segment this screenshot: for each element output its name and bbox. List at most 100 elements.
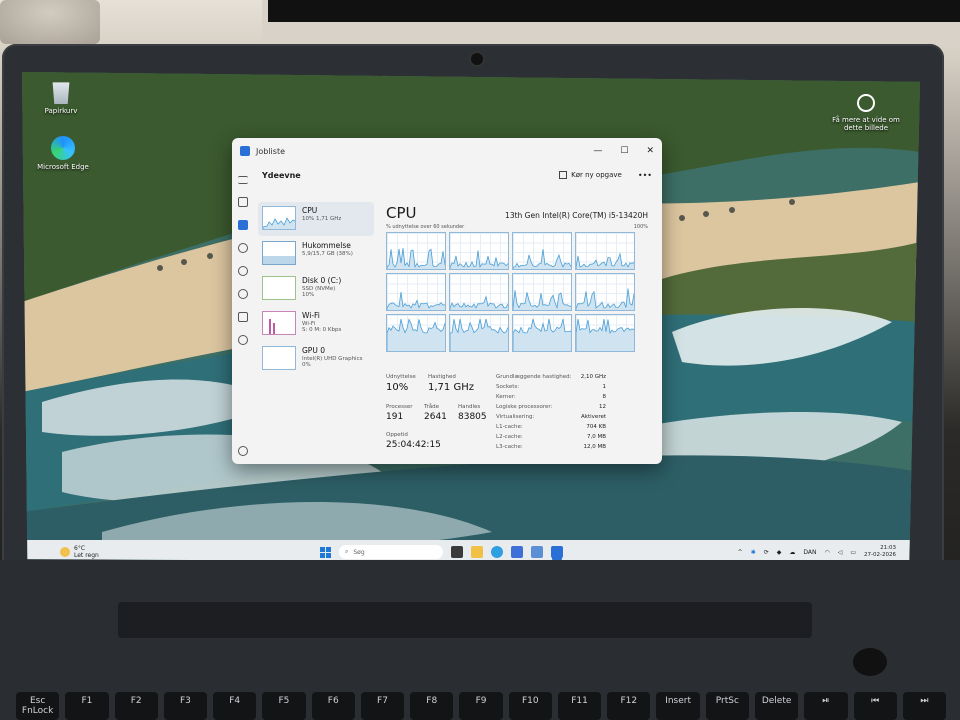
chevron-up-icon[interactable]: ^ <box>738 549 743 556</box>
maximize-button[interactable]: ☐ <box>620 146 628 156</box>
services-icon[interactable] <box>238 335 248 345</box>
hamburger-menu-icon[interactable] <box>238 176 248 184</box>
background-window <box>262 0 960 46</box>
keyboard-key[interactable]: Insert <box>656 692 700 720</box>
logical-processor-graph <box>449 232 509 270</box>
task-manager-icon <box>240 146 250 156</box>
file-explorer-icon[interactable] <box>471 546 483 558</box>
cloud-icon[interactable]: ☁ <box>789 549 795 556</box>
keyboard-key[interactable]: F7 <box>360 692 405 720</box>
run-new-task-button[interactable]: Kør ny opgave <box>559 171 622 179</box>
startup-apps-icon[interactable] <box>238 266 248 276</box>
time-text: 21:03 <box>880 545 896 551</box>
spec-label: L2-cache: <box>496 434 523 440</box>
more-options-button[interactable]: ••• <box>638 171 652 180</box>
logical-processor-graph <box>386 314 446 352</box>
spec-row: L3-cache: 12,0 MB <box>496 444 606 454</box>
spec-label: L3-cache: <box>496 444 523 450</box>
app-history-icon[interactable] <box>238 243 248 253</box>
spotlight-learn-more[interactable]: Få mere at vide om dette billede <box>826 94 906 132</box>
task-manager-taskbar-icon[interactable] <box>551 546 563 558</box>
keyboard-key[interactable]: F3 <box>163 692 208 720</box>
utilization-label: Udnyttelse <box>386 374 416 380</box>
graph-caption: % udnyttelse over 60 sekunder <box>386 224 465 230</box>
keyboard-key[interactable]: ⏮ <box>853 692 897 720</box>
gpu-mini-graph <box>262 346 296 370</box>
task-view-icon[interactable] <box>451 546 463 558</box>
device-item-disk[interactable]: Disk 0 (C:) SSD (NVMe) 10% <box>258 272 374 306</box>
spotlight-text: Få mere at vide om dette billede <box>832 116 900 132</box>
keyboard-key[interactable]: F2 <box>114 692 158 720</box>
processes-icon[interactable] <box>238 197 248 207</box>
keyboard-key[interactable]: F6 <box>311 692 355 720</box>
language-indicator[interactable]: DAN <box>803 549 816 556</box>
keyboard-key[interactable]: F10 <box>508 692 552 720</box>
details-icon[interactable] <box>238 312 248 322</box>
handles-value: 83805 <box>458 412 487 422</box>
spec-label: Grundlæggende hastighed: <box>496 374 572 380</box>
keyboard-key[interactable]: Delete <box>754 692 799 720</box>
spec-value: 2,10 GHz <box>580 374 606 380</box>
weather-temp: 6°C <box>74 545 86 552</box>
keyboard-key[interactable]: F5 <box>262 692 306 720</box>
spec-label: Logiske processorer: <box>496 404 553 410</box>
logical-processor-graph <box>449 314 509 352</box>
keyboard-key[interactable]: F8 <box>410 692 454 720</box>
minimize-button[interactable]: — <box>593 146 602 156</box>
edge-taskbar-icon[interactable] <box>491 546 503 558</box>
device-usage: 10% <box>302 292 315 298</box>
search-box[interactable]: ⌕ Søg <box>339 545 443 559</box>
shield-icon[interactable]: ◆ <box>777 549 782 556</box>
bluetooth-icon[interactable]: ✱ <box>751 549 756 556</box>
keyboard-key[interactable]: F9 <box>459 692 503 720</box>
settings-gear-icon[interactable] <box>238 446 248 456</box>
speed-value: 1,71 GHz <box>428 382 474 393</box>
start-button[interactable] <box>320 546 331 558</box>
store-icon[interactable] <box>511 546 523 558</box>
device-name: CPU <box>302 206 318 215</box>
device-name: Hukommelse <box>302 241 351 250</box>
processes-value: 191 <box>386 412 404 422</box>
device-detail: Intel(R) UHD Graphics <box>302 356 363 362</box>
background-vase <box>0 0 100 44</box>
run-task-icon <box>559 171 568 179</box>
sync-icon[interactable]: ⟳ <box>764 549 769 556</box>
spec-row: L2-cache: 7,0 MB <box>496 434 606 444</box>
keyboard-key[interactable]: F4 <box>213 692 257 720</box>
battery-icon[interactable]: ▭ <box>850 549 856 556</box>
run-task-label: Kør ny opgave <box>571 171 622 179</box>
wifi-icon[interactable]: ◠ <box>824 549 829 556</box>
volume-icon[interactable]: ◁ <box>838 549 843 556</box>
keyboard-key[interactable]: PrtSc <box>705 692 749 720</box>
weather-widget[interactable]: 6°C Let regn <box>22 545 99 559</box>
keyboard-key[interactable]: F1 <box>65 692 109 720</box>
performance-icon[interactable] <box>238 220 248 230</box>
desktop-icon-recycle-bin[interactable]: Papirkurv <box>26 80 96 115</box>
device-item-gpu[interactable]: GPU 0 Intel(R) UHD Graphics 0% <box>258 342 374 376</box>
device-item-wifi[interactable]: Wi-Fi Wi-Fi S: 0 M: 0 Kbps <box>258 307 374 341</box>
desktop-icon-edge[interactable]: Microsoft Edge <box>28 136 98 171</box>
keyboard-key[interactable]: F11 <box>557 692 602 720</box>
keyboard-key[interactable]: ⏭ <box>902 692 947 720</box>
memory-mini-graph <box>262 241 296 265</box>
settings-app-icon[interactable] <box>531 546 543 558</box>
users-icon[interactable] <box>238 289 248 299</box>
spec-value: 7,0 MB <box>586 434 606 440</box>
clock[interactable]: 21:03 27-02-2026 <box>864 545 896 559</box>
logical-processor-graph <box>512 273 572 311</box>
logical-processor-graph <box>512 232 572 270</box>
speed-label: Hastighed <box>428 374 456 380</box>
device-detail: 10% 1,71 GHz <box>302 216 342 222</box>
keyboard-key[interactable]: F12 <box>607 692 651 720</box>
title-bar[interactable]: Jobliste — ☐ ✕ <box>232 138 662 164</box>
task-manager-window[interactable]: Jobliste — ☐ ✕ Ydeevne Kør ny opgave ••• <box>232 138 662 464</box>
close-button[interactable]: ✕ <box>646 146 654 156</box>
device-item-cpu[interactable]: CPU 10% 1,71 GHz <box>258 202 374 236</box>
toolbar: Ydeevne Kør ny opgave ••• <box>232 164 662 186</box>
uptime-label: Oppetid <box>386 432 408 438</box>
keyboard-key[interactable]: Esc FnLock <box>16 692 60 720</box>
power-button[interactable] <box>853 648 887 676</box>
system-tray: ^ ✱ ⟳ ◆ ☁ DAN ◠ ◁ ▭ 21:03 27-02-2026 <box>738 545 896 559</box>
device-item-memory[interactable]: Hukommelse 5,9/15,7 GB (38%) <box>258 237 374 271</box>
keyboard-key[interactable]: ⏯ <box>804 692 848 720</box>
